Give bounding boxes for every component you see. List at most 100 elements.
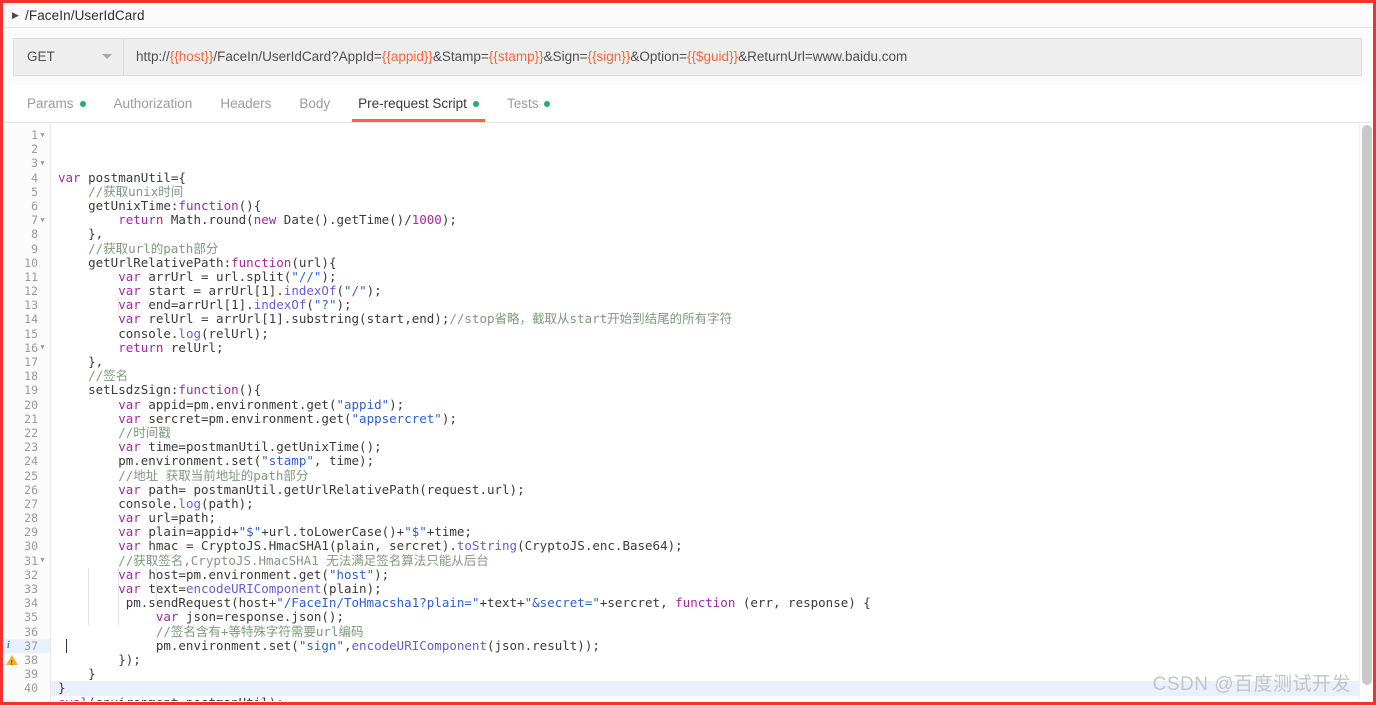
code-line[interactable]: var time=postmanUtil.getUnixTime(); bbox=[58, 440, 1373, 454]
code-line[interactable]: var postmanUtil={ bbox=[58, 169, 1373, 185]
code-line[interactable]: var end=arrUrl[1].indexOf("?"); bbox=[58, 298, 1373, 312]
code-token-pln: }); bbox=[58, 651, 141, 667]
line-number: 34 bbox=[24, 596, 38, 611]
code-token-pln: ); bbox=[441, 410, 457, 426]
url-input[interactable]: http://{{host}}/FaceIn/UserIdCard?AppId=… bbox=[123, 37, 1362, 76]
code-line[interactable]: eval(environment.postmanUtil); bbox=[58, 695, 1373, 701]
code-line[interactable]: return Math.round(new Date().getTime()/1… bbox=[58, 213, 1373, 227]
code-line[interactable]: setLsdzSign:function(){ bbox=[58, 383, 1373, 397]
chevron-down-icon bbox=[102, 54, 112, 59]
gutter-line: 36 bbox=[3, 625, 50, 639]
code-line[interactable]: console.log(path); bbox=[58, 495, 1373, 511]
warning-triangle-icon[interactable] bbox=[6, 654, 18, 671]
code-line[interactable]: //签名含有+等特殊字符需要url编码 bbox=[58, 624, 1373, 639]
code-line[interactable]: console.log(relUrl); bbox=[58, 326, 1373, 341]
code-token-pln: start = arrUrl[1]. bbox=[140, 283, 284, 299]
code-token-pln: } bbox=[58, 680, 66, 696]
code-line[interactable]: }, bbox=[58, 227, 1373, 241]
code-fold-toggle-icon[interactable]: ▼ bbox=[38, 557, 47, 564]
code-line[interactable]: //获取url的path部分 bbox=[58, 240, 1373, 256]
code-token-pln: }, bbox=[58, 226, 104, 242]
code-line[interactable]: var url=path; bbox=[58, 511, 1373, 525]
gutter-line: 18 bbox=[3, 369, 50, 383]
tab-headers[interactable]: Headers bbox=[206, 85, 285, 122]
code-fold-toggle-icon[interactable]: ▼ bbox=[38, 131, 47, 139]
code-line[interactable]: getUrlRelativePath:function(url){ bbox=[58, 255, 1373, 270]
code-token-num: 1000 bbox=[411, 212, 442, 228]
code-line[interactable]: var json=response.json(); bbox=[58, 610, 1373, 624]
code-line[interactable]: //获取unix时间 bbox=[58, 184, 1373, 199]
code-token-pln bbox=[58, 311, 118, 326]
code-fold-toggle-icon[interactable]: ▼ bbox=[38, 344, 47, 351]
line-number: 10 bbox=[24, 255, 38, 270]
info-icon[interactable]: i bbox=[7, 640, 10, 651]
gutter-line: 6 bbox=[3, 199, 50, 213]
code-line[interactable]: var appid=pm.environment.get("appid"); bbox=[58, 397, 1373, 412]
tab-body[interactable]: Body bbox=[285, 85, 344, 122]
code-line[interactable]: var plain=appid+"$"+url.toLowerCase()+"$… bbox=[58, 525, 1373, 539]
code-token-kw: var bbox=[118, 410, 141, 426]
code-line[interactable]: //获取签名,CryptoJS.HmacSHA1 无法满足签名算法只能从后台 bbox=[58, 553, 1373, 568]
code-token-pln bbox=[58, 510, 118, 525]
gutter-line: 29 bbox=[3, 525, 50, 539]
triangle-right-icon[interactable]: ▶ bbox=[12, 10, 22, 20]
code-token-pln: end=arrUrl[1]. bbox=[140, 297, 254, 313]
code-token-pln: host=pm.environment.get( bbox=[140, 566, 329, 582]
url-variable-token: {{sign}} bbox=[587, 49, 631, 64]
code-line[interactable]: var relUrl = arrUrl[1].substring(start,e… bbox=[58, 312, 1373, 326]
code-line[interactable]: getUnixTime:function(){ bbox=[58, 198, 1373, 213]
code-token-kw: var bbox=[118, 439, 141, 455]
code-token-pln: +sercret, bbox=[599, 595, 676, 611]
code-line[interactable]: return relUrl; bbox=[58, 340, 1373, 355]
line-number: 14 bbox=[24, 312, 38, 327]
line-number: 38 bbox=[24, 652, 38, 667]
code-line[interactable]: var host=pm.environment.get("host"); bbox=[58, 566, 1373, 582]
code-line[interactable]: var text=encodeURIComponent(plain); bbox=[58, 581, 1373, 597]
code-token-kw: var bbox=[118, 581, 141, 597]
url-variable-token: {{stamp}} bbox=[488, 49, 544, 64]
code-line[interactable]: //地址 获取当前地址的path部分 bbox=[58, 468, 1373, 483]
code-token-pln: (path); bbox=[201, 495, 254, 511]
tab-authorization[interactable]: Authorization bbox=[100, 85, 207, 122]
tab-pre-request-script[interactable]: Pre-request Script bbox=[344, 85, 493, 122]
editor-vertical-scrollbar[interactable] bbox=[1359, 123, 1373, 701]
code-token-str: "?" bbox=[313, 297, 337, 313]
tab-label: Headers bbox=[220, 96, 272, 111]
tab-params[interactable]: Params bbox=[13, 85, 100, 122]
url-text-token: &Stamp= bbox=[432, 49, 489, 64]
code-line[interactable]: //签名 bbox=[58, 369, 1373, 383]
url-text-token: /FaceIn/UserIdCard?AppId= bbox=[213, 49, 382, 64]
code-line[interactable]: var hmac = CryptoJS.HmacSHA1(plain, serc… bbox=[58, 539, 1373, 553]
tab-status-dot-icon bbox=[79, 100, 86, 107]
code-token-kw: var bbox=[58, 169, 89, 185]
code-token-str: "sign" bbox=[298, 637, 344, 653]
code-line[interactable]: }); bbox=[58, 651, 1373, 667]
code-token-kw: var bbox=[118, 283, 141, 299]
code-line[interactable]: //时间戳 bbox=[58, 425, 1373, 440]
code-line[interactable]: var start = arrUrl[1].indexOf("/"); bbox=[58, 284, 1373, 298]
tab-tests[interactable]: Tests bbox=[493, 85, 565, 122]
code-line[interactable]: var sercret=pm.environment.get("appsercr… bbox=[58, 410, 1373, 426]
code-token-pln: console. bbox=[58, 495, 179, 511]
http-method-dropdown[interactable]: GET bbox=[13, 37, 123, 76]
code-line[interactable]: var path= postmanUtil.getUrlRelativePath… bbox=[58, 482, 1373, 497]
editor-code-area[interactable]: var postmanUtil={ //获取unix时间 getUnixTime… bbox=[51, 123, 1373, 701]
code-token-str: "appsercret" bbox=[351, 410, 442, 426]
code-token-cmt: //获取url的path部分 bbox=[58, 240, 219, 256]
code-line[interactable]: var arrUrl = url.split("//"); bbox=[58, 269, 1373, 284]
gutter-line: 8 bbox=[3, 227, 50, 241]
pre-request-script-editor[interactable]: 1 ▼ 2 3 ▼ 4 5 6 7 ▼ 8 9 10 11 12 13 14 15 16 ▼ 17 18 19 20 21 22 2… bbox=[3, 123, 1373, 701]
code-line[interactable]: pm.sendRequest(host+"/FaceIn/ToHmacsha1?… bbox=[58, 596, 1373, 610]
code-line[interactable]: pm.environment.set("stamp", time); bbox=[58, 454, 1373, 468]
code-line[interactable]: }, bbox=[58, 354, 1373, 369]
gutter-line: 12 bbox=[3, 284, 50, 298]
code-fold-toggle-icon[interactable]: ▼ bbox=[38, 159, 47, 167]
code-token-pln: ( bbox=[336, 283, 345, 299]
editor-scroll-thumb[interactable] bbox=[1362, 125, 1372, 685]
code-fold-toggle-icon[interactable]: ▼ bbox=[38, 216, 47, 224]
gutter-line: 2 bbox=[3, 142, 50, 156]
line-number: 29 bbox=[24, 525, 38, 540]
code-token-pln bbox=[58, 340, 118, 355]
code-line[interactable]: pm.environment.set("sign",encodeURICompo… bbox=[58, 637, 1373, 653]
code-token-pln bbox=[58, 482, 118, 497]
